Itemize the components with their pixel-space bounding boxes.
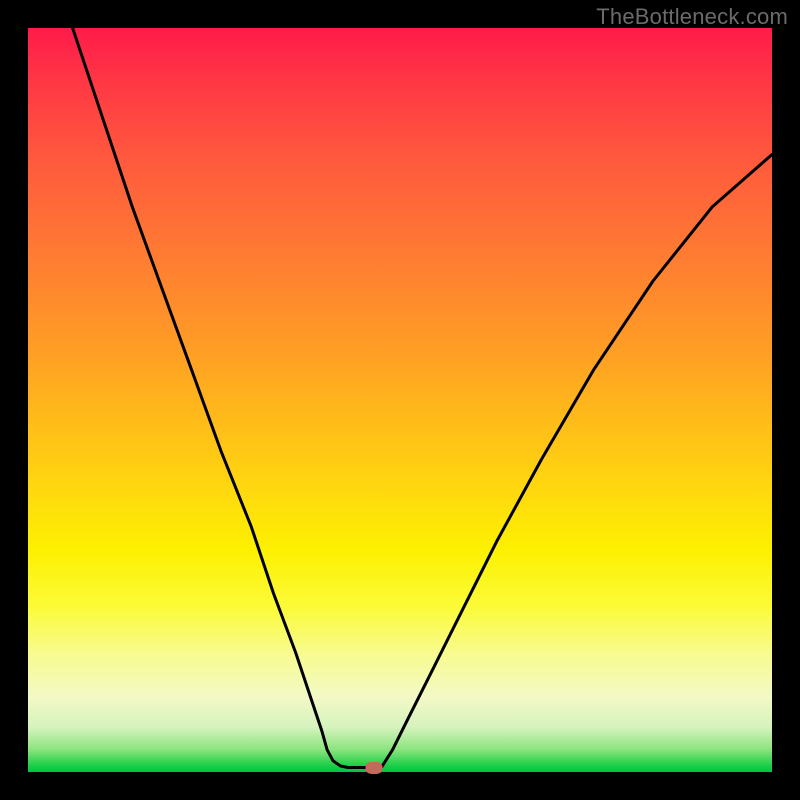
watermark-text: TheBottleneck.com <box>596 4 788 30</box>
plot-gradient-background <box>28 28 772 772</box>
minimum-marker <box>365 762 382 774</box>
plot-outer <box>28 28 772 772</box>
chart-frame: TheBottleneck.com <box>0 0 800 800</box>
